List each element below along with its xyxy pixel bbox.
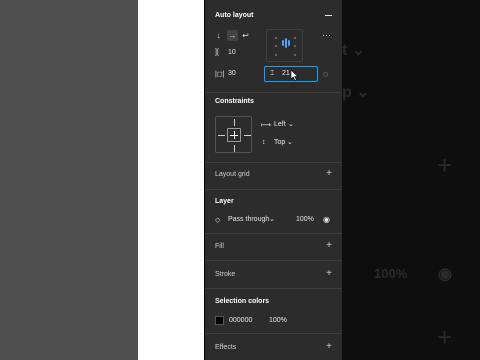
mouse-cursor-icon [291, 70, 299, 81]
vertical-padding-icon: ⌶ [270, 70, 275, 77]
more-options-icon[interactable]: ⋯ [322, 30, 332, 41]
vertical-constraint-select[interactable]: Top [274, 139, 285, 146]
color-swatch[interactable] [215, 316, 224, 325]
color-hex-value[interactable]: 000000 [229, 317, 252, 324]
active-input-value[interactable]: 21 [282, 70, 290, 77]
arrow-right-icon[interactable]: → [227, 30, 238, 41]
fill-title: Fill [215, 243, 224, 250]
remove-auto-layout-icon[interactable] [325, 15, 332, 16]
effects-section: Effects + [205, 334, 342, 360]
constraints-title: Constraints [215, 98, 254, 105]
chevron-down-icon[interactable]: ⌄ [287, 138, 293, 146]
blend-mode-icon: ◇ [215, 217, 221, 224]
ghost-plus-icon-2: + [437, 322, 453, 352]
item-spacing-value[interactable]: 10 [228, 49, 236, 56]
add-effect-icon[interactable]: + [326, 342, 332, 352]
color-opacity-value[interactable]: 100% [269, 317, 287, 324]
layer-opacity[interactable]: 100% [296, 216, 314, 223]
layer-section: Layer ◇ Pass through ⌄ 100% ◉ [205, 190, 342, 234]
padding-value[interactable]: 30 [228, 70, 236, 77]
ghost-chevron-2: p ⌄ [342, 84, 370, 101]
layer-title: Layer [215, 198, 234, 205]
dimmed-background-panel: t ⌄ p ⌄ + 100% ◉ + [342, 0, 480, 360]
design-properties-panel: Auto layout ↓ → ↩ ⋯ ][ 10 |◻| 30 ⌶ 21 ◌ [205, 0, 342, 360]
effects-title: Effects [215, 344, 237, 351]
auto-layout-section: Auto layout ↓ → ↩ ⋯ ][ 10 |◻| 30 ⌶ 21 ◌ [205, 0, 342, 93]
canvas-white-frame [138, 0, 204, 360]
constraints-widget[interactable] [215, 116, 252, 153]
selection-colors-title: Selection colors [215, 298, 270, 305]
horizontal-constraint-icon: ⟼ [261, 122, 272, 129]
horizontal-constraint-select[interactable]: Left [274, 121, 286, 128]
ghost-eye-icon: ◉ [438, 266, 452, 283]
add-stroke-icon[interactable]: + [326, 269, 332, 279]
auto-layout-title: Auto layout [215, 12, 254, 19]
add-fill-icon[interactable]: + [326, 241, 332, 251]
ghost-plus-icon-1: + [437, 150, 453, 180]
padding-icon: |◻| [215, 71, 225, 78]
stroke-title: Stroke [215, 271, 236, 278]
selection-colors-section: Selection colors [205, 289, 342, 334]
ghost-chevron-1: t ⌄ [342, 42, 366, 59]
vertical-constraint-icon: ↕ [262, 139, 266, 146]
clip-content-icon[interactable]: ◌ [323, 69, 328, 79]
fill-section: Fill + [205, 234, 342, 261]
ghost-opacity: 100% [374, 266, 408, 281]
layout-grid-section: Layout grid + [205, 163, 342, 190]
spacing-icon: ][ [215, 49, 219, 56]
eye-icon[interactable]: ◉ [323, 215, 330, 224]
alignment-box[interactable] [266, 29, 303, 62]
chevron-down-icon[interactable]: ⌄ [288, 120, 294, 128]
blend-mode-select[interactable]: Pass through [228, 216, 269, 223]
chevron-down-icon[interactable]: ⌄ [269, 215, 275, 223]
constraints-inner-box [227, 128, 241, 142]
layout-grid-title: Layout grid [215, 171, 250, 178]
stroke-section: Stroke + [205, 261, 342, 289]
canvas-gray-area [0, 0, 138, 360]
arrow-down-icon[interactable]: ↓ [213, 30, 224, 41]
wrap-icon[interactable]: ↩ [240, 30, 251, 41]
add-layout-grid-icon[interactable]: + [326, 169, 332, 179]
